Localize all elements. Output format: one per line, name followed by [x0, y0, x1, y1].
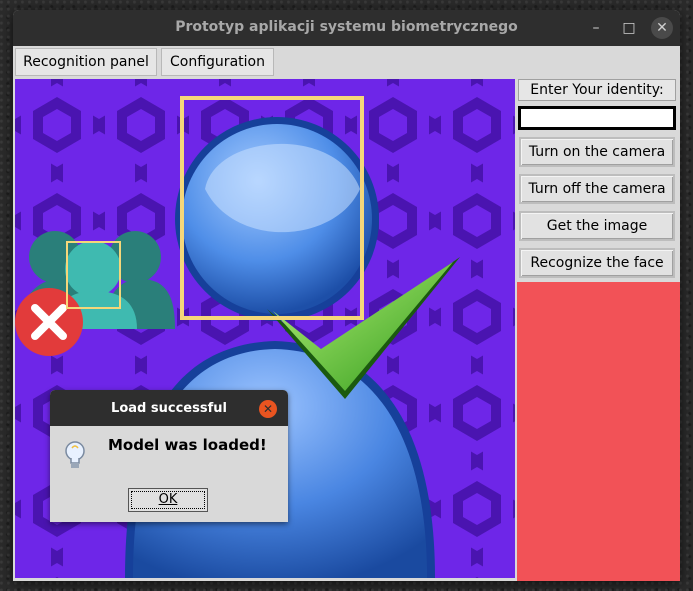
maximize-button[interactable]: □ — [618, 17, 640, 39]
identity-input[interactable] — [518, 106, 676, 130]
dialog-close-icon[interactable]: ✕ — [259, 400, 277, 418]
control-panel: Enter Your identity: Turn on the camera … — [515, 79, 680, 581]
turn-off-camera-button[interactable]: Turn off the camera — [519, 174, 675, 204]
tab-configuration[interactable]: Configuration — [161, 48, 274, 76]
tab-bar: Recognition panel Configuration — [13, 46, 680, 78]
minimize-button[interactable]: – — [585, 17, 607, 39]
lightbulb-icon — [65, 441, 85, 468]
title-bar: Prototyp aplikacji systemu biometryczneg… — [13, 10, 680, 46]
dialog-title: Load successful — [50, 390, 288, 426]
ok-button[interactable]: OK — [128, 488, 208, 512]
close-button[interactable]: ✕ — [651, 17, 673, 39]
load-successful-dialog: Load successful ✕ Model was loaded! OK — [50, 390, 288, 522]
dialog-message: Model was loaded! — [108, 436, 267, 454]
tab-recognition-panel[interactable]: Recognition panel — [15, 48, 157, 76]
main-window: Prototyp aplikacji systemu biometryczneg… — [13, 10, 680, 581]
ok-button-label: OK — [158, 492, 178, 507]
turn-on-camera-button[interactable]: Turn on the camera — [519, 137, 675, 167]
status-indicator — [517, 282, 680, 581]
identity-label: Enter Your identity: — [518, 79, 676, 101]
get-image-button[interactable]: Get the image — [519, 211, 675, 241]
recognize-face-button[interactable]: Recognize the face — [519, 248, 675, 278]
window-title: Prototyp aplikacji systemu biometryczneg… — [175, 19, 518, 35]
